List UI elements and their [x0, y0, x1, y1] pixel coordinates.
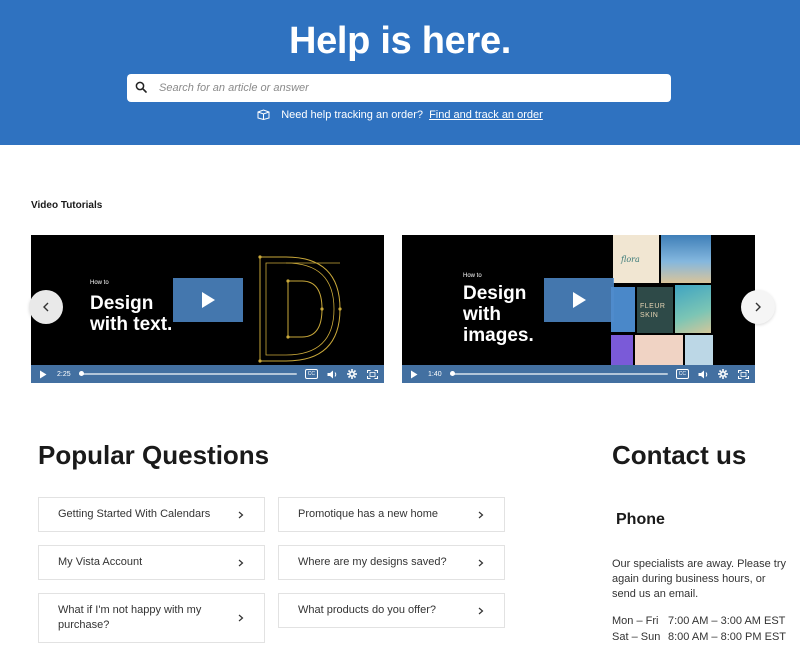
letter-d-graphic — [258, 255, 342, 363]
chevron-right-icon — [238, 511, 246, 519]
video-controls: 1:40 CC — [402, 365, 755, 383]
video-title: Design with images. — [463, 283, 534, 346]
aerial-thumbnail — [675, 285, 711, 333]
settings-gear-icon[interactable] — [717, 368, 729, 380]
carousel-next-button[interactable] — [741, 290, 775, 324]
play-button[interactable] — [173, 278, 243, 322]
chevron-left-icon — [43, 302, 49, 312]
closed-captions-button[interactable]: CC — [304, 369, 318, 379]
hours-row: Mon – Fri 7:00 AM – 3:00 AM EST — [612, 615, 786, 627]
fullscreen-icon[interactable] — [366, 368, 378, 380]
question-card[interactable]: Promotique has a new home — [278, 497, 505, 532]
flora-thumbnail: flora — [613, 235, 659, 283]
question-card[interactable]: My Vista Account — [38, 545, 265, 580]
play-small-icon[interactable] — [408, 368, 420, 380]
phone-heading: Phone — [616, 511, 665, 528]
video-controls: 2:25 CC — [31, 365, 384, 383]
video-duration: 2:25 — [57, 370, 71, 378]
question-card[interactable]: Getting Started With Calendars — [38, 497, 265, 532]
hero-banner: Help is here. Need help tracking an orde… — [0, 0, 800, 145]
track-order-link[interactable]: Find and track an order — [429, 109, 543, 121]
video-duration: 1:40 — [428, 370, 442, 378]
video-title: Design with text. — [90, 293, 173, 335]
popular-questions-heading: Popular Questions — [38, 440, 270, 470]
question-card[interactable]: Where are my designs saved? — [278, 545, 505, 580]
carousel-prev-button[interactable] — [29, 290, 63, 324]
closed-captions-button[interactable]: CC — [675, 369, 689, 379]
order-tracking-row: Need help tracking an order? Find and tr… — [0, 109, 800, 121]
family-thumbnail — [635, 335, 683, 365]
play-icon — [202, 292, 215, 308]
image-collage: flora FLEUR SKIN — [611, 235, 755, 365]
chevron-right-icon — [238, 559, 246, 567]
chevron-right-icon — [478, 559, 486, 567]
volume-icon[interactable] — [326, 368, 338, 380]
video-tutorials-heading: Video Tutorials — [31, 200, 103, 211]
fleur-skin-thumbnail: FLEUR SKIN — [637, 287, 673, 333]
sky-thumbnail — [685, 335, 713, 365]
beach-thumbnail — [661, 235, 711, 283]
settings-gear-icon[interactable] — [346, 368, 358, 380]
video-progress-bar[interactable] — [78, 371, 297, 376]
contact-us-heading: Contact us — [612, 440, 747, 470]
search-box[interactable] — [127, 74, 671, 102]
volume-icon[interactable] — [697, 368, 709, 380]
video-howto-label: How to — [463, 273, 482, 279]
track-prompt: Need help tracking an order? — [281, 109, 424, 121]
package-icon — [257, 109, 271, 121]
search-icon — [135, 81, 149, 95]
question-card[interactable]: What if I'm not happy with my purchase? — [38, 593, 265, 643]
play-small-icon[interactable] — [37, 368, 49, 380]
contact-message: Our specialists are away. Please try aga… — [612, 558, 787, 600]
video-player-design-text[interactable]: How to Design with text. 2:25 CC — [31, 235, 384, 383]
page-title: Help is here. — [288, 20, 512, 62]
fullscreen-icon[interactable] — [737, 368, 749, 380]
question-card[interactable]: What products do you offer? — [278, 593, 505, 628]
chevron-right-icon — [478, 511, 486, 519]
play-button[interactable] — [544, 278, 614, 322]
chevron-right-icon — [478, 607, 486, 615]
video-progress-bar[interactable] — [449, 371, 668, 376]
blue-thumbnail — [611, 287, 635, 332]
purple-thumbnail — [611, 335, 633, 365]
chevron-right-icon — [238, 614, 246, 622]
video-howto-label: How to — [90, 280, 109, 286]
search-input[interactable] — [159, 82, 639, 94]
video-player-design-images[interactable]: How to Design with images. flora FLEUR S… — [402, 235, 755, 383]
play-icon — [573, 292, 586, 308]
chevron-right-icon — [755, 302, 761, 312]
hours-row: Sat – Sun 8:00 AM – 8:00 PM EST — [612, 631, 787, 643]
